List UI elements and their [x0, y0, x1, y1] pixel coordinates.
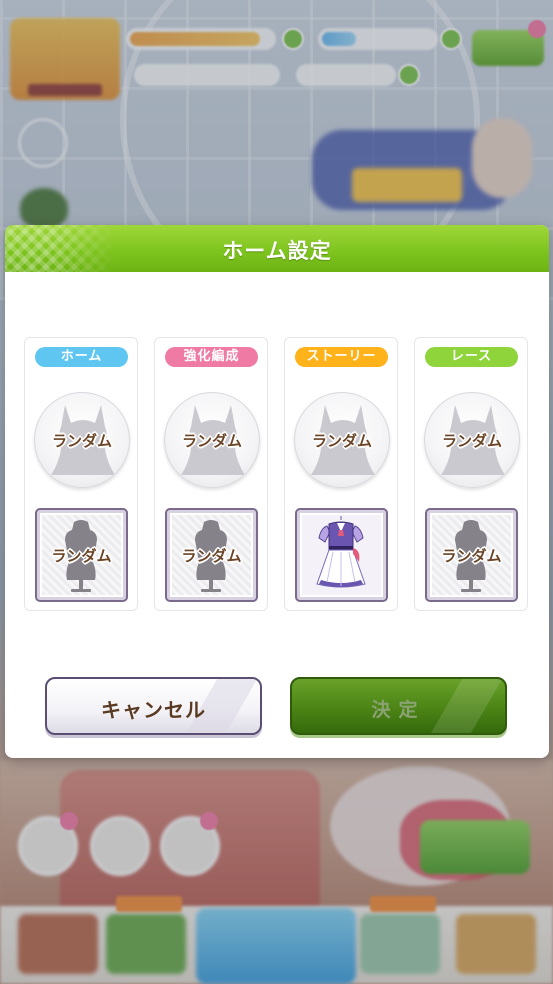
character-select-race[interactable]: ランダム [424, 392, 520, 488]
outfit-select-story[interactable] [295, 508, 388, 602]
character-label: ランダム [51, 432, 112, 450]
character-label: ランダム [441, 432, 502, 450]
outfit-label: ランダム [181, 547, 242, 565]
outfit-select-enhancement[interactable]: ランダム [165, 508, 258, 602]
outfit-select-race[interactable]: ランダム [425, 508, 518, 602]
home-settings-dialog: ホーム設定 ホーム ランダム ランダム 強化編成 ランダム ランダム ストーリー… [5, 225, 549, 758]
slot-tag-home: ホーム [35, 347, 128, 367]
character-label: ランダム [181, 432, 242, 450]
outfit-select-home[interactable]: ランダム [35, 508, 128, 602]
purple-uniform-dress-icon [316, 516, 366, 588]
slot-card-story: ストーリー ランダム [284, 337, 398, 611]
character-select-story[interactable]: ランダム [294, 392, 390, 488]
confirm-button-label: 決定 [371, 699, 426, 721]
slot-tag-story: ストーリー [295, 347, 388, 367]
character-select-home[interactable]: ランダム [34, 392, 130, 488]
slot-tag-race: レース [425, 347, 518, 367]
outfit-label: ランダム [51, 547, 112, 565]
cancel-button-label: キャンセル [101, 698, 206, 722]
slot-card-race: レース ランダム ランダム [414, 337, 528, 611]
slot-tag-enhancement: 強化編成 [165, 347, 258, 367]
slot-card-enhancement: 強化編成 ランダム ランダム [154, 337, 268, 611]
character-select-enhancement[interactable]: ランダム [164, 392, 260, 488]
confirm-button[interactable]: 決定 [290, 677, 507, 735]
cancel-button[interactable]: キャンセル [45, 677, 262, 735]
outfit-label: ランダム [441, 547, 502, 565]
character-label: ランダム [311, 432, 372, 450]
slot-card-home: ホーム ランダム ランダム [24, 337, 138, 611]
